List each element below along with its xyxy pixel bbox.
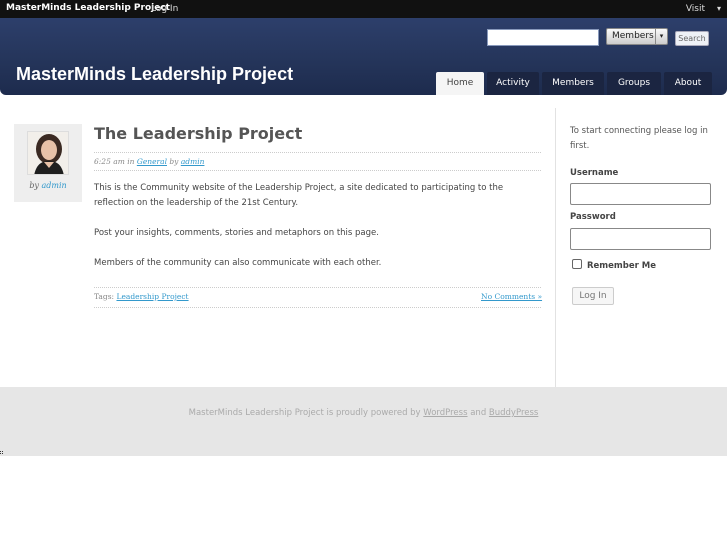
sidebar-divider bbox=[555, 108, 556, 387]
divider bbox=[94, 170, 541, 171]
tab-groups[interactable]: Groups bbox=[607, 72, 661, 95]
login-button[interactable]: Log In bbox=[572, 287, 614, 305]
comments-link[interactable]: No Comments » bbox=[481, 292, 542, 301]
admin-bar: MasterMinds Leadership Project Log In Vi… bbox=[0, 0, 727, 18]
footer-text: MasterMinds Leadership Project is proudl… bbox=[188, 408, 421, 418]
focus-marker bbox=[0, 451, 3, 454]
tag-link[interactable]: Leadership Project bbox=[116, 292, 188, 301]
search-scope-label: Members bbox=[612, 31, 654, 41]
post-paragraph: Post your insights, comments, stories an… bbox=[94, 228, 379, 238]
meta-in-word: in bbox=[127, 157, 135, 166]
chevron-down-icon[interactable]: ▾ bbox=[655, 29, 667, 44]
post-paragraph: Members of the community can also commun… bbox=[94, 258, 382, 268]
admin-bar-login-link[interactable]: Log In bbox=[151, 4, 178, 14]
post-title[interactable]: The Leadership Project bbox=[94, 124, 302, 143]
remember-me-checkbox[interactable] bbox=[572, 259, 582, 269]
search-button[interactable]: Search bbox=[675, 31, 709, 46]
meta-author-link[interactable]: admin bbox=[181, 157, 205, 166]
category-link[interactable]: General bbox=[137, 157, 167, 166]
author-prefix: by bbox=[29, 181, 39, 190]
tags-label: Tags: bbox=[94, 292, 115, 301]
password-label: Password bbox=[570, 212, 616, 222]
divider bbox=[94, 152, 541, 153]
footer-credits: MasterMinds Leadership Project is proudl… bbox=[0, 408, 727, 418]
search-input[interactable] bbox=[487, 29, 599, 46]
tab-about[interactable]: About bbox=[664, 72, 712, 95]
chevron-down-icon[interactable]: ▾ bbox=[717, 4, 721, 13]
site-title[interactable]: MasterMinds Leadership Project bbox=[16, 64, 293, 85]
wordpress-link[interactable]: WordPress bbox=[423, 408, 467, 418]
author-byline: by admin bbox=[14, 181, 82, 190]
tab-activity[interactable]: Activity bbox=[487, 72, 539, 95]
remember-me[interactable]: Remember Me bbox=[572, 259, 656, 271]
divider bbox=[94, 287, 541, 288]
comments-link-wrap: No Comments » bbox=[481, 292, 542, 301]
admin-bar-site-name[interactable]: MasterMinds Leadership Project bbox=[6, 3, 170, 13]
post-tags: Tags: Leadership Project bbox=[94, 292, 189, 301]
footer-and: and bbox=[470, 408, 487, 418]
meta-by-word: by bbox=[169, 157, 179, 166]
post-meta: 6:25 am in General by admin bbox=[94, 157, 204, 166]
site-footer: MasterMinds Leadership Project is proudl… bbox=[0, 387, 727, 456]
search-scope-select[interactable]: Members ▾ bbox=[606, 28, 668, 45]
buddypress-link[interactable]: BuddyPress bbox=[489, 408, 538, 418]
avatar[interactable] bbox=[27, 131, 69, 175]
post-paragraph: This is the Community website of the Lea… bbox=[94, 183, 504, 208]
login-intro: To start connecting please log in first. bbox=[570, 126, 708, 151]
tab-home[interactable]: Home bbox=[436, 72, 484, 95]
author-link[interactable]: admin bbox=[42, 181, 67, 190]
admin-bar-visit-menu[interactable]: Visit bbox=[686, 4, 705, 14]
username-label: Username bbox=[570, 168, 619, 178]
username-field[interactable] bbox=[570, 183, 711, 205]
post-time: 6:25 am bbox=[94, 157, 125, 166]
tab-members[interactable]: Members bbox=[542, 72, 604, 95]
remember-me-label: Remember Me bbox=[587, 261, 657, 271]
password-field[interactable] bbox=[570, 228, 711, 250]
divider bbox=[94, 307, 541, 308]
